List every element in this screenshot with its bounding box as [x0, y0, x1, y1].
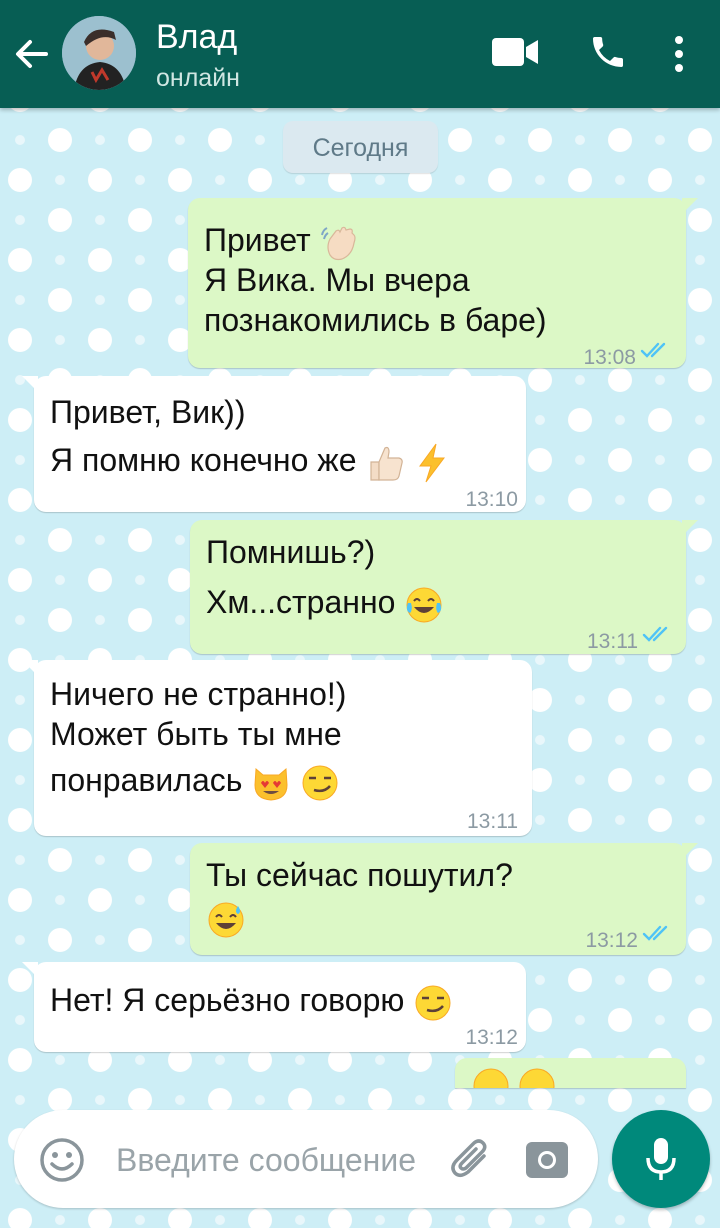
contact-name[interactable]: Влад — [156, 18, 237, 57]
message-text-line: Привет — [204, 222, 311, 258]
message-text-line: Я Вика. Мы вчера — [204, 262, 470, 298]
message-time: 13:11 — [587, 630, 638, 653]
message-text-line: Ты сейчас пошутил? — [206, 857, 513, 893]
waving-hand-emoji — [320, 226, 356, 260]
bubble-tail — [22, 962, 38, 978]
mic-button[interactable] — [612, 1110, 710, 1208]
sweat-smile-emoji — [208, 902, 244, 938]
smile-emoji — [519, 1068, 555, 1088]
message-time: 13:10 — [465, 488, 518, 511]
message-text-line: познакомились в баре) — [204, 302, 547, 338]
contact-status: онлайн — [156, 64, 240, 92]
message-incoming[interactable]: Нет! Я серьёзно говорю 13:12 — [22, 962, 526, 1052]
smirk-emoji — [302, 765, 338, 801]
message-time: 13:08 — [583, 346, 636, 369]
message-time: 13:12 — [585, 929, 638, 952]
heart-eyes-cat-emoji — [254, 767, 288, 801]
contact-avatar[interactable] — [62, 16, 136, 90]
message-text-line: Ничего не странно!) — [50, 676, 347, 712]
read-ticks-icon — [640, 342, 666, 358]
thumbs-up-emoji — [370, 446, 404, 481]
back-arrow-icon[interactable] — [12, 34, 52, 74]
message-incoming[interactable]: Привет, Вик)) Я помню конечно же 13:10 — [22, 376, 526, 512]
bubble-tail — [22, 660, 38, 676]
message-text-line: Помнишь?) — [206, 534, 376, 570]
message-composer: Введите сообщение — [14, 1110, 598, 1208]
message-text-line: Привет, Вик)) — [50, 394, 246, 430]
video-call-icon[interactable] — [492, 36, 540, 68]
bubble-tail — [682, 843, 698, 859]
phone-icon[interactable] — [588, 32, 628, 72]
message-text-line: понравилась — [50, 762, 243, 798]
message-text-line: Я помню конечно же — [50, 442, 357, 478]
camera-icon[interactable] — [524, 1136, 570, 1182]
message-text-line: Нет! Я серьёзно говорю — [50, 982, 405, 1018]
read-ticks-icon — [642, 925, 668, 941]
smirk-emoji — [415, 985, 451, 1021]
smirk-emoji — [473, 1068, 509, 1088]
message-text-line: Может быть ты мне — [50, 716, 342, 752]
bubble-tail — [682, 198, 698, 214]
message-time: 13:11 — [467, 810, 518, 833]
date-separator: Сегодня — [283, 121, 438, 173]
message-outgoing[interactable]: Ты сейчас пошутил? 13:12 — [190, 843, 698, 955]
emoji-icon[interactable] — [38, 1136, 86, 1184]
message-outgoing-partial[interactable] — [455, 1058, 686, 1088]
more-vert-icon[interactable] — [672, 34, 686, 74]
message-time: 13:12 — [465, 1026, 518, 1049]
attach-icon[interactable] — [446, 1134, 496, 1184]
message-incoming[interactable]: Ничего не странно!) Может быть ты мне по… — [22, 660, 532, 836]
message-input[interactable]: Введите сообщение — [116, 1142, 416, 1179]
read-ticks-icon — [642, 626, 668, 642]
bubble-tail — [22, 376, 38, 392]
chat-header: Влад онлайн — [0, 0, 720, 108]
mic-icon — [646, 1138, 676, 1180]
message-text-line: Хм...странно — [206, 584, 396, 620]
message-outgoing[interactable]: Привет Я Вика. Мы вчера познакомились в … — [188, 198, 698, 369]
message-outgoing[interactable]: Помнишь?) Хм...странно 13:11 — [190, 520, 698, 654]
tears-of-joy-emoji — [406, 587, 442, 623]
lightning-emoji — [419, 443, 446, 482]
bubble-tail — [682, 520, 698, 536]
